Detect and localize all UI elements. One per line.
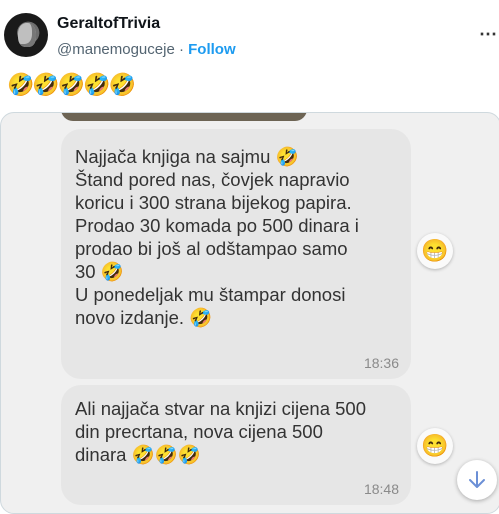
more-options-icon[interactable]: ⋯ [479,24,497,45]
separator: · [178,41,184,58]
handle-row: @manemoguceje · Follow [57,41,236,58]
message-time: 18:48 [363,481,399,497]
message-text: Najjača knjiga na sajmu 🤣 Štand pored na… [75,146,359,328]
display-name[interactable]: GeraltofTrivia [57,15,160,33]
follow-button[interactable]: Follow [188,41,236,58]
tweet-text: 🤣🤣🤣🤣🤣 [7,72,136,97]
scroll-down-button[interactable] [457,460,497,500]
message-time: 18:36 [363,355,399,371]
chat-message-bubble: Najjača knjiga na sajmu 🤣 Štand pored na… [61,129,411,379]
previous-message-edge [61,113,307,121]
media-image[interactable]: Najjača knjiga na sajmu 🤣 Štand pored na… [0,112,499,514]
chat-message-bubble: Ali najjača stvar na knjizi cijena 500 d… [61,385,411,505]
reaction-emoji: 😁 [417,428,453,464]
tweet-header: GeraltofTrivia @manemoguceje · Follow ⋯ [0,0,499,70]
user-handle[interactable]: @manemoguceje [57,41,175,58]
message-text: Ali najjača stvar na knjizi cijena 500 d… [75,398,367,465]
avatar[interactable] [4,13,48,57]
reaction-emoji: 😁 [417,233,453,269]
arrow-down-icon [469,471,485,488]
